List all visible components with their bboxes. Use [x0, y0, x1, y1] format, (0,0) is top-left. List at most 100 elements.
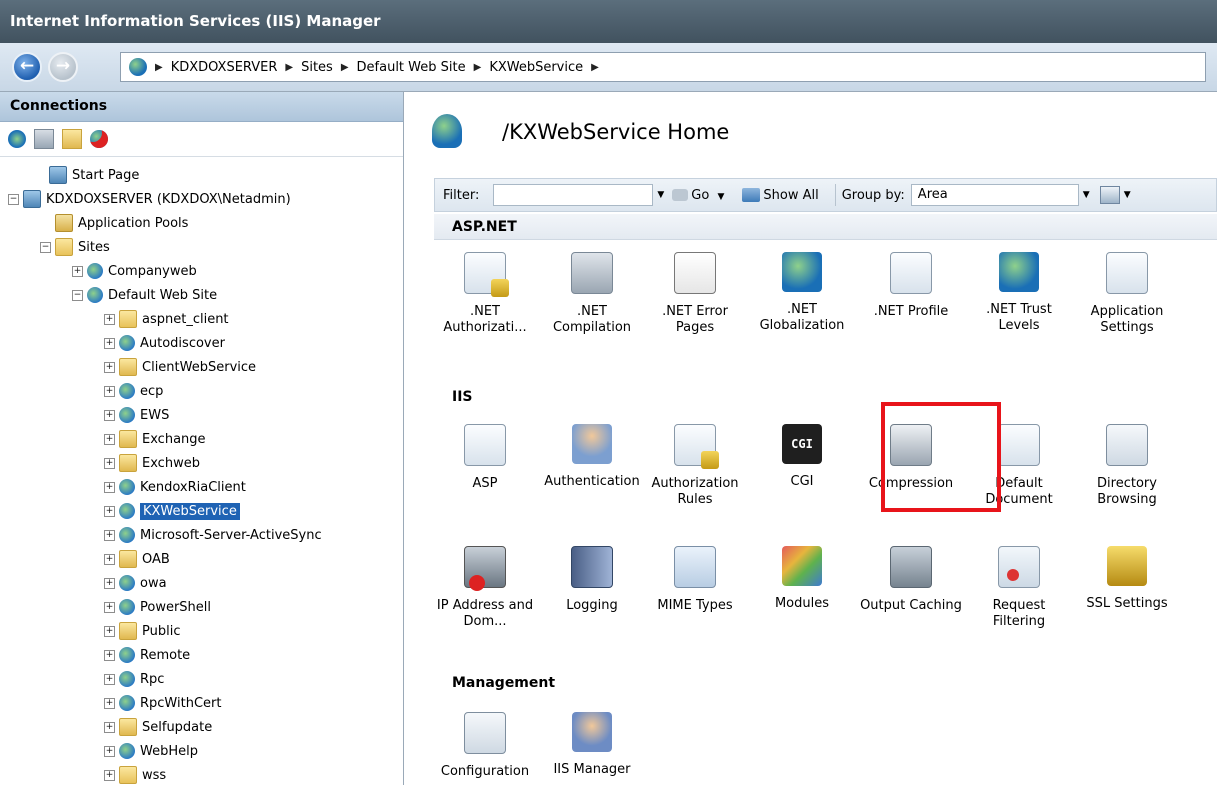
tree-node[interactable]: + Exchange — [0, 427, 403, 451]
view-mode-icon[interactable] — [1099, 186, 1120, 204]
expand-icon[interactable]: + — [104, 433, 115, 445]
expand-icon[interactable]: + — [104, 769, 115, 781]
crumb-sites[interactable]: Sites — [301, 60, 333, 75]
tree-node[interactable]: + Remote — [0, 643, 403, 667]
expand-icon[interactable]: + — [104, 673, 115, 685]
crumb-default-web-site[interactable]: Default Web Site — [357, 60, 466, 75]
chevron-right-icon[interactable]: ▶ — [341, 62, 349, 73]
feature-modules[interactable]: Modules — [751, 546, 853, 612]
connect-icon[interactable] — [8, 130, 26, 148]
feature-output-caching[interactable]: Output Caching — [860, 546, 962, 614]
crumb-kxwebservice[interactable]: KXWebService — [489, 60, 583, 75]
tree-node[interactable]: + Autodiscover — [0, 331, 403, 355]
feature-net-authorization[interactable]: .NET Authorizati... — [434, 252, 536, 336]
go-button[interactable]: Go ▼ — [672, 188, 732, 203]
feature-mime-types[interactable]: MIME Types — [644, 546, 746, 614]
feature-net-globalization[interactable]: .NET Globalization — [751, 252, 853, 334]
tree-node[interactable]: + aspnet_client — [0, 307, 403, 331]
expand-icon[interactable]: + — [104, 553, 115, 565]
tree-node[interactable]: + ecp — [0, 379, 403, 403]
tree-node[interactable]: − Default Web Site — [0, 283, 403, 307]
expand-icon[interactable]: + — [104, 481, 115, 493]
section-management[interactable]: Management — [434, 670, 1217, 696]
tree-node[interactable]: − Sites — [0, 235, 403, 259]
expand-icon[interactable]: + — [104, 745, 115, 757]
tree-node[interactable]: + OAB — [0, 547, 403, 571]
tree-node[interactable]: + EWS — [0, 403, 403, 427]
tree-node[interactable]: + Rpc — [0, 667, 403, 691]
forward-button[interactable]: → — [48, 52, 78, 82]
section-iis[interactable]: IIS — [434, 384, 1217, 410]
feature-cgi[interactable]: CGI CGI — [751, 424, 853, 490]
chevron-right-icon[interactable]: ▶ — [285, 62, 293, 73]
tree-node[interactable]: + ClientWebService — [0, 355, 403, 379]
crumb-server[interactable]: KDXDOXSERVER — [171, 60, 278, 75]
feature-request-filtering[interactable]: Request Filtering — [968, 546, 1070, 630]
feature-ssl-settings[interactable]: SSL Settings — [1076, 546, 1178, 612]
tree-node[interactable]: Start Page — [0, 163, 403, 187]
expand-icon[interactable]: + — [104, 505, 115, 517]
collapse-icon[interactable]: − — [72, 289, 83, 301]
expand-icon[interactable]: + — [104, 361, 115, 373]
back-button[interactable]: ← — [12, 52, 42, 82]
up-folder-icon[interactable] — [62, 129, 82, 149]
chevron-right-icon[interactable]: ▶ — [155, 62, 163, 73]
feature-iis-manager-permissions[interactable]: IIS Manager — [541, 712, 643, 778]
breadcrumb[interactable]: ▶ KDXDOXSERVER ▶ Sites ▶ Default Web Sit… — [120, 52, 1206, 82]
tree-node[interactable]: + KendoxRiaClient — [0, 475, 403, 499]
tree-node[interactable]: + owa — [0, 571, 403, 595]
feature-net-compilation[interactable]: .NET Compilation — [541, 252, 643, 336]
feature-net-trust-levels[interactable]: .NET Trust Levels — [968, 252, 1070, 334]
expand-icon[interactable]: + — [72, 265, 83, 277]
tree-node[interactable]: + PowerShell — [0, 595, 403, 619]
chevron-right-icon[interactable]: ▶ — [474, 62, 482, 73]
filter-input[interactable] — [493, 184, 654, 206]
tree-node[interactable]: + Selfupdate — [0, 715, 403, 739]
feature-net-error-pages[interactable]: .NET Error Pages — [644, 252, 746, 336]
chevron-down-icon[interactable]: ▼ — [1124, 190, 1131, 200]
feature-authentication[interactable]: Authentication — [541, 424, 643, 490]
feature-logging[interactable]: Logging — [541, 546, 643, 614]
expand-icon[interactable]: + — [104, 721, 115, 733]
expand-icon[interactable]: + — [104, 313, 115, 325]
chevron-down-icon[interactable]: ▼ — [1083, 190, 1090, 200]
tree-node[interactable]: + WebHelp — [0, 739, 403, 763]
feature-ip-address[interactable]: IP Address and Dom... — [434, 546, 536, 630]
group-by-select[interactable]: Area — [910, 184, 1079, 206]
filter-toolbar: Filter: ▼ Go ▼ Show All Group by: Area ▼… — [434, 178, 1217, 212]
expand-icon[interactable]: + — [104, 649, 115, 661]
expand-icon[interactable]: + — [104, 337, 115, 349]
expand-icon[interactable]: + — [104, 529, 115, 541]
save-icon[interactable] — [34, 129, 54, 149]
section-aspnet[interactable]: ASP.NET — [434, 214, 1217, 240]
expand-icon[interactable]: + — [104, 601, 115, 613]
disconnect-icon[interactable] — [90, 130, 108, 148]
chevron-down-icon[interactable]: ▼ — [657, 190, 664, 200]
tree-node[interactable]: Application Pools — [0, 211, 403, 235]
tree-node[interactable]: + Public — [0, 619, 403, 643]
expand-icon[interactable]: + — [104, 697, 115, 709]
expand-icon[interactable]: + — [104, 457, 115, 469]
feature-net-profile[interactable]: .NET Profile — [860, 252, 962, 320]
expand-icon[interactable]: + — [104, 577, 115, 589]
expand-icon[interactable]: + — [104, 409, 115, 421]
tree-node[interactable]: + Microsoft-Server-ActiveSync — [0, 523, 403, 547]
chevron-down-icon[interactable]: ▼ — [717, 192, 724, 202]
chevron-right-icon[interactable]: ▶ — [591, 62, 599, 73]
feature-authorization-rules[interactable]: Authorization Rules — [644, 424, 746, 508]
show-all-button[interactable]: Show All — [742, 188, 819, 203]
tree-node[interactable]: + KXWebService — [0, 499, 403, 523]
feature-asp[interactable]: ASP — [434, 424, 536, 492]
feature-configuration-editor[interactable]: Configuration — [434, 712, 536, 780]
collapse-icon[interactable]: − — [8, 193, 19, 205]
tree-node[interactable]: + Companyweb — [0, 259, 403, 283]
tree-node[interactable]: + Exchweb — [0, 451, 403, 475]
expand-icon[interactable]: + — [104, 385, 115, 397]
tree-node[interactable]: + wss — [0, 763, 403, 787]
expand-icon[interactable]: + — [104, 625, 115, 637]
tree-node[interactable]: − KDXDOXSERVER (KDXDOX\Netadmin) — [0, 187, 403, 211]
collapse-icon[interactable]: − — [40, 241, 51, 253]
feature-directory-browsing[interactable]: Directory Browsing — [1076, 424, 1178, 508]
feature-application-settings[interactable]: Application Settings — [1076, 252, 1178, 336]
tree-node[interactable]: + RpcWithCert — [0, 691, 403, 715]
